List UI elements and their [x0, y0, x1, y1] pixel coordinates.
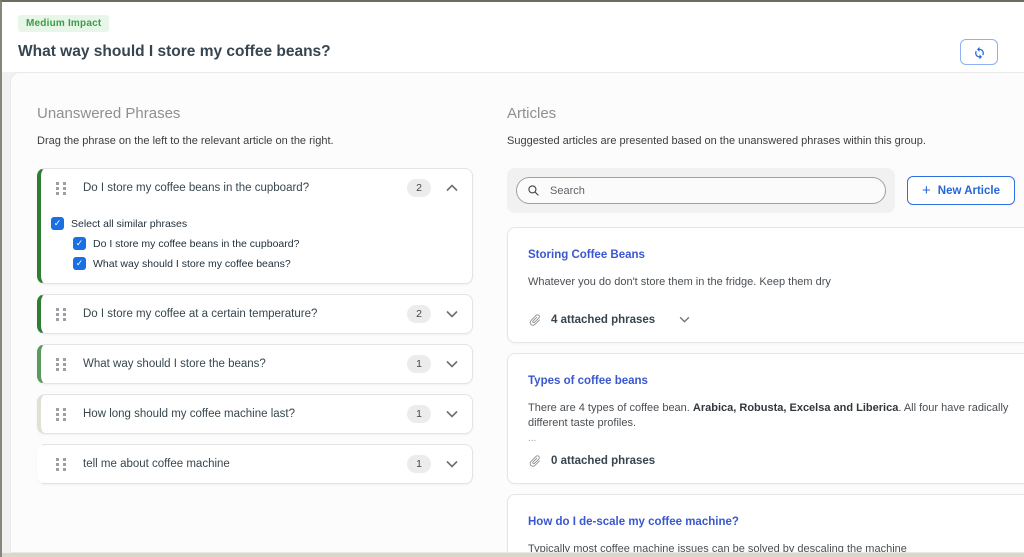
unanswered-phrases-title: Unanswered Phrases — [37, 105, 181, 122]
article-footer: 0 attached phrases — [528, 454, 1024, 468]
refresh-icon — [972, 45, 987, 60]
article-body-text: There are 4 types of coffee bean. — [528, 401, 693, 414]
phrase-text: Do I store my coffee beans in the cupboa… — [83, 182, 310, 194]
expand-phrase-button[interactable] — [444, 458, 460, 470]
chevron-up-icon — [446, 184, 458, 192]
chevron-down-icon — [679, 316, 690, 324]
paperclip-icon — [528, 313, 542, 327]
phrase-count-badge: 1 — [407, 455, 431, 473]
article-title[interactable]: Types of coffee beans — [528, 375, 648, 387]
article-title[interactable]: Storing Coffee Beans — [528, 249, 645, 261]
phrase-count-badge: 1 — [407, 405, 431, 423]
select-all-checkbox[interactable]: ✓ — [51, 217, 64, 230]
attached-phrases-label: 4 attached phrases — [551, 313, 656, 326]
impact-badge: Medium Impact — [18, 15, 110, 32]
phrase-card-header: tell me about coffee machine 1 — [41, 445, 472, 483]
select-all-row: ✓ Select all similar phrases — [51, 217, 460, 230]
phrase-card[interactable]: Do I store my coffee at a certain temper… — [37, 294, 473, 334]
similar-phrase-label: Do I store my coffee beans in the cupboa… — [93, 237, 300, 250]
page-title: What way should I store my coffee beans? — [18, 43, 331, 60]
expand-phrase-button[interactable] — [444, 408, 460, 420]
drag-handle-icon[interactable] — [55, 457, 68, 472]
expand-phrase-button[interactable] — [444, 358, 460, 370]
similar-phrase-checkbox[interactable]: ✓ — [73, 257, 86, 270]
phrase-count-badge: 2 — [407, 179, 431, 197]
phrase-card[interactable]: How long should my coffee machine last? … — [37, 394, 473, 434]
articles-toolbar: + New Article — [507, 168, 1015, 213]
phrase-card-header: Do I store my coffee beans in the cupboa… — [41, 169, 472, 207]
similar-phrases-section: ✓ Select all similar phrases ✓ Do I stor… — [41, 207, 472, 283]
similar-phrase-label: What way should I store my coffee beans? — [93, 257, 291, 270]
article-ellipsis: ... — [528, 432, 537, 444]
article-body: Whatever you do don't store them in the … — [528, 275, 1024, 290]
phrase-card-header: What way should I store the beans? 1 — [41, 345, 472, 383]
new-article-button[interactable]: + New Article — [907, 176, 1015, 205]
article-list: Storing Coffee Beans Whatever you do don… — [507, 227, 1024, 553]
phrase-list: Do I store my coffee beans in the cupboa… — [37, 168, 473, 484]
phrase-text: What way should I store the beans? — [83, 358, 266, 370]
chevron-down-icon — [446, 460, 458, 468]
drag-handle-icon[interactable] — [55, 407, 68, 422]
drag-handle-icon[interactable] — [55, 357, 68, 372]
unanswered-phrases-description: Drag the phrase on the left to the relev… — [37, 135, 334, 147]
article-ellipsis — [528, 292, 1024, 303]
app-window: Medium Impact What way should I store my… — [0, 0, 1024, 557]
similar-phrase-row: ✓ What way should I store my coffee bean… — [73, 257, 460, 270]
select-all-label: Select all similar phrases — [71, 217, 188, 230]
main-panel: Unanswered Phrases Drag the phrase on th… — [10, 72, 1024, 553]
expand-phrase-button[interactable] — [444, 308, 460, 320]
article-card[interactable]: How do I de-scale my coffee machine? Typ… — [507, 493, 1024, 553]
phrase-card-header: How long should my coffee machine last? … — [41, 395, 472, 433]
expand-attached-button[interactable] — [677, 314, 692, 325]
phrase-text: tell me about coffee machine — [83, 458, 230, 470]
phrase-card[interactable]: Do I store my coffee beans in the cupboa… — [37, 168, 473, 284]
article-body: Typically most coffee machine issues can… — [528, 542, 1024, 553]
window-bottom-edge — [2, 553, 1024, 557]
unanswered-phrases-panel: Unanswered Phrases Drag the phrase on th… — [37, 105, 473, 552]
attached-phrases-label: 0 attached phrases — [551, 454, 656, 467]
article-body-text: Whatever you do don't store them in the … — [528, 276, 831, 288]
phrase-count-badge: 1 — [407, 355, 431, 373]
similar-phrase-row: ✓ Do I store my coffee beans in the cupb… — [73, 237, 460, 250]
search-input[interactable] — [548, 183, 876, 198]
articles-title: Articles — [507, 105, 557, 122]
refresh-button[interactable] — [960, 39, 998, 65]
phrase-count-badge: 2 — [407, 305, 431, 323]
collapse-phrase-button[interactable] — [444, 182, 460, 194]
phrase-card[interactable]: What way should I store the beans? 1 — [37, 344, 473, 384]
phrase-text: Do I store my coffee at a certain temper… — [83, 308, 318, 320]
phrase-card[interactable]: tell me about coffee machine 1 — [37, 444, 473, 484]
article-body-text: Typically most coffee machine issues can… — [528, 542, 907, 553]
article-card[interactable]: Types of coffee beans There are 4 types … — [507, 352, 1024, 484]
new-article-label: New Article — [937, 184, 1000, 197]
article-body: There are 4 types of coffee bean. Arabic… — [528, 401, 1024, 431]
phrase-text: How long should my coffee machine last? — [83, 408, 296, 420]
articles-description: Suggested articles are presented based o… — [507, 135, 926, 147]
articles-panel: Articles Suggested articles are presente… — [507, 105, 1024, 552]
article-body-bold: Arabica, Robusta, Excelsa and Liberica — [692, 401, 899, 414]
article-footer: 4 attached phrases — [528, 313, 1024, 327]
chevron-down-icon — [446, 310, 458, 318]
similar-phrase-checkbox[interactable]: ✓ — [73, 237, 86, 250]
search-icon — [527, 184, 540, 197]
search-strip — [507, 168, 896, 213]
search-box[interactable] — [516, 177, 887, 204]
page-header: Medium Impact What way should I store my… — [2, 2, 1024, 72]
chevron-down-icon — [446, 360, 458, 368]
chevron-down-icon — [446, 410, 458, 418]
drag-handle-icon[interactable] — [55, 181, 68, 196]
phrase-card-header: Do I store my coffee at a certain temper… — [41, 295, 472, 333]
paperclip-icon — [528, 454, 542, 468]
plus-icon: + — [922, 182, 931, 199]
drag-handle-icon[interactable] — [55, 307, 68, 322]
article-card[interactable]: Storing Coffee Beans Whatever you do don… — [507, 227, 1024, 343]
article-title[interactable]: How do I de-scale my coffee machine? — [528, 516, 739, 528]
